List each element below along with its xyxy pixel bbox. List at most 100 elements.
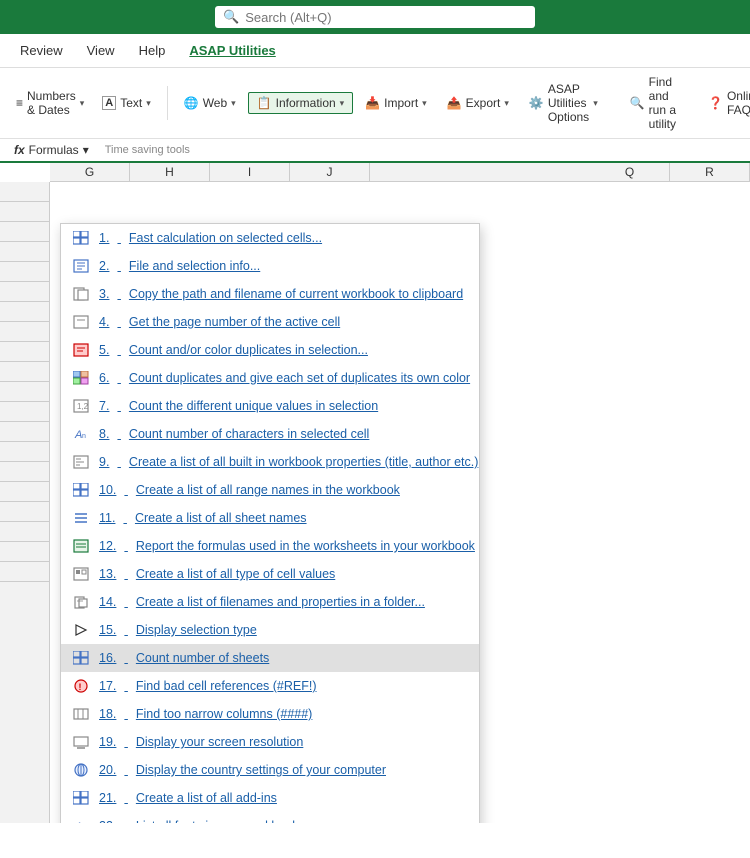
dropdown-item-22[interactable]: A 22. List all fonts in new workbook (61, 812, 479, 823)
item-label-4: 4. (99, 315, 109, 329)
ribbon-formulas[interactable]: fx Formulas ▾ (8, 141, 95, 159)
dropdown-item-18[interactable]: 18. Find too narrow columns (####) (61, 700, 479, 728)
item-icon-1 (71, 230, 91, 246)
dropdown-item-13[interactable]: 13. Create a list of all type of cell va… (61, 560, 479, 588)
item-icon-8: An (71, 426, 91, 442)
ribbon-information[interactable]: 📋 Information ▾ (248, 92, 354, 114)
item-icon-15 (71, 622, 91, 638)
dropdown-item-7[interactable]: 1,2 7. Count the different unique values… (61, 392, 479, 420)
ribbon-web[interactable]: 🌐 Web ▾ (176, 93, 244, 113)
item-text-3: Copy the path and filename of current wo… (129, 287, 463, 301)
item-text-18: Find too narrow columns (####) (136, 707, 312, 721)
item-text-15: Display selection type (136, 623, 257, 637)
row-num-6 (0, 282, 49, 302)
row-num-4 (0, 242, 49, 262)
time-saving-label: Time saving tools (99, 142, 196, 158)
ribbon-find-run[interactable]: 🔍 Find and run a utility (622, 72, 684, 134)
ribbon-import[interactable]: 📥 Import ▾ (357, 93, 435, 113)
menu-asap-utilities[interactable]: ASAP Utilities (179, 37, 285, 64)
ribbon-online-faq[interactable]: ❓ Online FAQ (700, 86, 750, 120)
export-label: Export (466, 96, 501, 110)
item-text-10: Create a list of all range names in the … (136, 483, 400, 497)
dropdown-item-6[interactable]: 6. Count duplicates and give each set of… (61, 364, 479, 392)
options-label: ASAP Utilities Options (548, 82, 589, 124)
formulas-label: Formulas (29, 143, 79, 157)
ribbon-options[interactable]: ⚙️ ASAP Utilities Options ▾ (521, 79, 606, 127)
ribbon-text[interactable]: A Text ▾ (94, 93, 159, 113)
dropdown-item-21[interactable]: 21. Create a list of all add-ins (61, 784, 479, 812)
dropdown-item-5[interactable]: 5. Count and/or color duplicates in sele… (61, 336, 479, 364)
col-j: J (290, 163, 370, 181)
row-num-16 (0, 482, 49, 502)
item-icon-14 (71, 594, 91, 610)
search-input[interactable] (245, 10, 527, 25)
information-label: Information (276, 96, 336, 110)
item-text-21: Create a list of all add-ins (136, 791, 277, 805)
row-labels (0, 182, 50, 823)
item-icon-6 (71, 370, 91, 386)
dropdown-item-20[interactable]: 20. Display the country settings of your… (61, 756, 479, 784)
faq-icon: ❓ (708, 96, 723, 110)
formulas-arrow: ▾ (83, 143, 89, 157)
import-icon: 📥 (365, 96, 380, 110)
dropdown-item-12[interactable]: 12. Report the formulas used in the work… (61, 532, 479, 560)
text-icon: A (102, 96, 116, 110)
row-num-10 (0, 362, 49, 382)
find-run-label: Find and run a utility (649, 75, 676, 131)
row-num-7 (0, 302, 49, 322)
ribbon-bottom: fx Formulas ▾ Time saving tools (0, 139, 750, 161)
item-icon-19 (71, 734, 91, 750)
col-spacer (370, 163, 590, 181)
dropdown-item-9[interactable]: 9. Create a list of all built in workboo… (61, 448, 479, 476)
dropdown-item-3[interactable]: 3. Copy the path and filename of current… (61, 280, 479, 308)
item-text-16: Count number of sheets (136, 651, 269, 665)
dropdown-item-16[interactable]: 16. Count number of sheets (61, 644, 479, 672)
item-icon-5 (71, 342, 91, 358)
dropdown-item-14[interactable]: 14. Create a list of filenames and prope… (61, 588, 479, 616)
item-text-9: Create a list of all built in workbook p… (129, 455, 478, 469)
import-arrow: ▾ (422, 98, 427, 109)
item-label-9: 9. (99, 455, 109, 469)
dropdown-item-2[interactable]: 2. File and selection info... (61, 252, 479, 280)
item-icon-7: 1,2 (71, 398, 91, 414)
row-num-13 (0, 422, 49, 442)
menu-help[interactable]: Help (129, 37, 176, 64)
menu-view[interactable]: View (77, 37, 125, 64)
col-r: R (670, 163, 750, 181)
item-label-20: 20. (99, 763, 116, 777)
row-num-14 (0, 442, 49, 462)
item-icon-17: ! (71, 678, 91, 694)
information-arrow: ▾ (340, 98, 345, 109)
row-num-3 (0, 222, 49, 242)
text-label: Text (120, 96, 142, 110)
dropdown-item-4[interactable]: 4. Get the page number of the active cel… (61, 308, 479, 336)
item-label-12: 12. (99, 539, 116, 553)
dropdown-item-1[interactable]: 1. Fast calculation on selected cells... (61, 224, 479, 252)
search-input-wrap[interactable]: 🔍 (215, 6, 535, 28)
dropdown-item-11[interactable]: 11. Create a list of all sheet names (61, 504, 479, 532)
dropdown-item-8[interactable]: An 8. Count number of characters in sele… (61, 420, 479, 448)
svg-text:1,2: 1,2 (77, 402, 89, 411)
item-text-11: Create a list of all sheet names (135, 511, 307, 525)
export-arrow: ▾ (504, 98, 509, 109)
item-text-2: File and selection info... (129, 259, 260, 273)
item-text-13: Create a list of all type of cell values (136, 567, 335, 581)
dropdown-item-15[interactable]: 15. Display selection type (61, 616, 479, 644)
col-g: G (50, 163, 130, 181)
dropdown-item-19[interactable]: 19. Display your screen resolution (61, 728, 479, 756)
col-q: Q (590, 163, 670, 181)
col-h: H (130, 163, 210, 181)
row-num-11 (0, 382, 49, 402)
item-text-22: List all fonts in new workbook (136, 819, 299, 823)
ribbon-numbers-dates[interactable]: ≡ Numbers & Dates ▾ (8, 86, 92, 120)
row-num-15 (0, 462, 49, 482)
ribbon-export[interactable]: 📤 Export ▾ (439, 93, 517, 113)
options-icon: ⚙️ (529, 96, 544, 110)
dropdown-item-17[interactable]: ! 17. Find bad cell references (#REF!) (61, 672, 479, 700)
item-text-1: Fast calculation on selected cells... (129, 231, 322, 245)
row-num-2 (0, 202, 49, 222)
menu-review[interactable]: Review (10, 37, 73, 64)
item-text-4: Get the page number of the active cell (129, 315, 340, 329)
row-num-5 (0, 262, 49, 282)
dropdown-item-10[interactable]: 10. Create a list of all range names in … (61, 476, 479, 504)
